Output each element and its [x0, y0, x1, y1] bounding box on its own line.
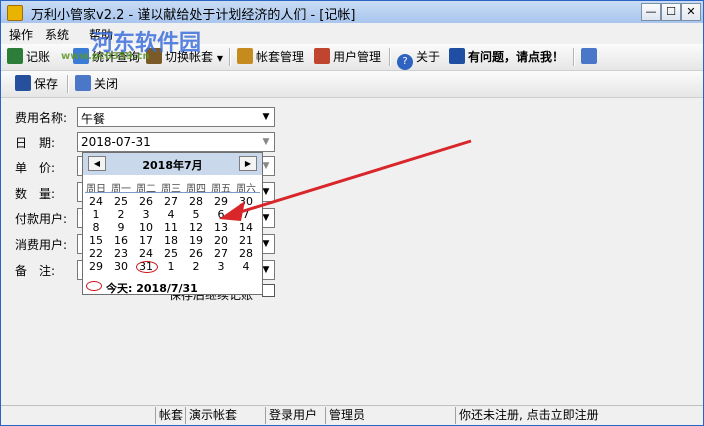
status-login-label: 登录用户	[265, 407, 317, 424]
annotation-arrow	[219, 139, 472, 221]
status-login-value: 管理员	[325, 407, 365, 424]
watermark-url: www.pc0359.cn	[61, 51, 150, 62]
main-window: 万利小管家v2.2 - 谨以献给处于计划经济的人们 - [记帐] — ☐ ✕ 操…	[0, 0, 704, 426]
status-account-label: 帐套	[155, 407, 183, 424]
register-link[interactable]: 你还未注册, 点击立即注册	[455, 407, 599, 424]
arrow-shaft	[236, 139, 472, 215]
status-bar: 帐套 演示帐套 登录用户 管理员 你还未注册, 点击立即注册	[1, 405, 703, 425]
status-account-value: 演示帐套	[185, 407, 237, 424]
arrow-head	[219, 201, 245, 221]
